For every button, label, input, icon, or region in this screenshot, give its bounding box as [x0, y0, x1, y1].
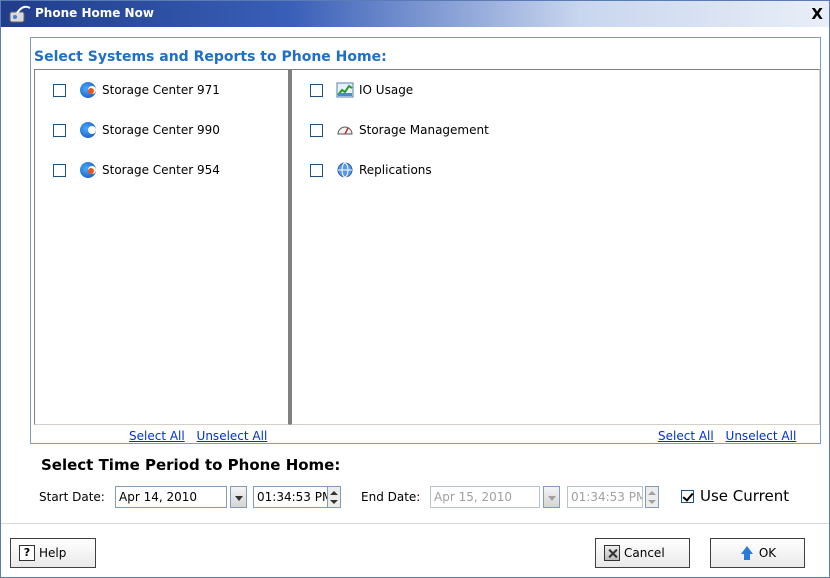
button-bar-separator	[1, 523, 829, 524]
cancel-button[interactable]: Cancel	[595, 538, 690, 568]
end-date-dropdown-button	[543, 486, 560, 508]
systems-reports-heading: Select Systems and Reports to Phone Home…	[34, 49, 387, 65]
reports-unselect-all-link[interactable]: Unselect All	[726, 429, 797, 443]
report-item[interactable]: IO Usage	[310, 80, 413, 100]
report-item[interactable]: Storage Management	[310, 120, 489, 140]
title-bar: Phone Home Now X	[1, 1, 829, 27]
systems-list: Storage Center 971 Storage Center 990 St…	[34, 69, 290, 425]
help-button[interactable]: ? Help	[10, 538, 96, 568]
report-checkbox[interactable]	[310, 123, 323, 137]
end-date-field: Apr 15, 2010	[430, 486, 540, 508]
report-checkbox[interactable]	[310, 83, 323, 97]
end-date-label: End Date:	[361, 490, 421, 504]
start-date-label: Start Date:	[39, 490, 105, 504]
start-time-spinner[interactable]	[327, 486, 341, 508]
storage-management-gauge-icon	[337, 126, 353, 135]
system-label: Storage Center 954	[102, 163, 220, 177]
cancel-icon	[604, 545, 620, 561]
system-checkbox[interactable]	[53, 123, 66, 137]
use-current-label: Use Current	[700, 487, 790, 505]
system-label: Storage Center 990	[102, 123, 220, 137]
storage-center-icon	[79, 161, 97, 179]
storage-center-icon	[79, 121, 97, 139]
systems-selection-links: Select All Unselect All	[129, 429, 275, 443]
io-usage-chart-icon	[336, 82, 354, 98]
system-item[interactable]: Storage Center 990	[53, 120, 220, 140]
use-current-checkbox[interactable]	[681, 489, 694, 503]
phone-home-icon	[9, 5, 31, 23]
window-title: Phone Home Now	[35, 6, 154, 20]
system-item[interactable]: Storage Center 971	[53, 80, 220, 100]
close-icon[interactable]: X	[811, 5, 823, 23]
start-time-field[interactable]: 01:34:53 PM	[253, 486, 329, 508]
reports-select-all-link[interactable]: Select All	[658, 429, 714, 443]
report-checkbox[interactable]	[310, 163, 323, 177]
start-date-dropdown-button[interactable]	[230, 486, 247, 508]
phone-home-dialog: Phone Home Now X Select Systems and Repo…	[0, 0, 830, 578]
ok-button[interactable]: OK	[710, 538, 805, 568]
systems-select-all-link[interactable]: Select All	[129, 429, 185, 443]
report-label: Storage Management	[359, 123, 489, 137]
report-item[interactable]: Replications	[310, 160, 432, 180]
help-button-label: Help	[39, 546, 67, 560]
date-range-row: Start Date: Apr 14, 2010 01:34:53 PM End…	[39, 486, 819, 510]
help-icon: ?	[19, 545, 35, 561]
ok-arrow-icon	[739, 545, 755, 561]
time-period-heading: Select Time Period to Phone Home:	[41, 456, 341, 474]
system-checkbox[interactable]	[53, 163, 66, 177]
use-current-option[interactable]: Use Current	[681, 487, 789, 505]
report-label: Replications	[359, 163, 432, 177]
cancel-button-label: Cancel	[624, 546, 665, 560]
system-label: Storage Center 971	[102, 83, 220, 97]
reports-selection-links: Select All Unselect All	[658, 429, 796, 443]
system-checkbox[interactable]	[53, 83, 66, 97]
replications-globe-icon	[337, 162, 353, 178]
system-item[interactable]: Storage Center 954	[53, 160, 220, 180]
end-time-field: 01:34:53 PM	[567, 486, 643, 508]
storage-center-icon	[79, 81, 97, 99]
systems-unselect-all-link[interactable]: Unselect All	[197, 429, 268, 443]
report-label: IO Usage	[359, 83, 414, 97]
reports-list: IO Usage Storage Management Replications	[290, 69, 820, 425]
end-time-spinner	[645, 486, 659, 508]
ok-button-label: OK	[758, 546, 777, 560]
start-date-field[interactable]: Apr 14, 2010	[115, 486, 227, 508]
